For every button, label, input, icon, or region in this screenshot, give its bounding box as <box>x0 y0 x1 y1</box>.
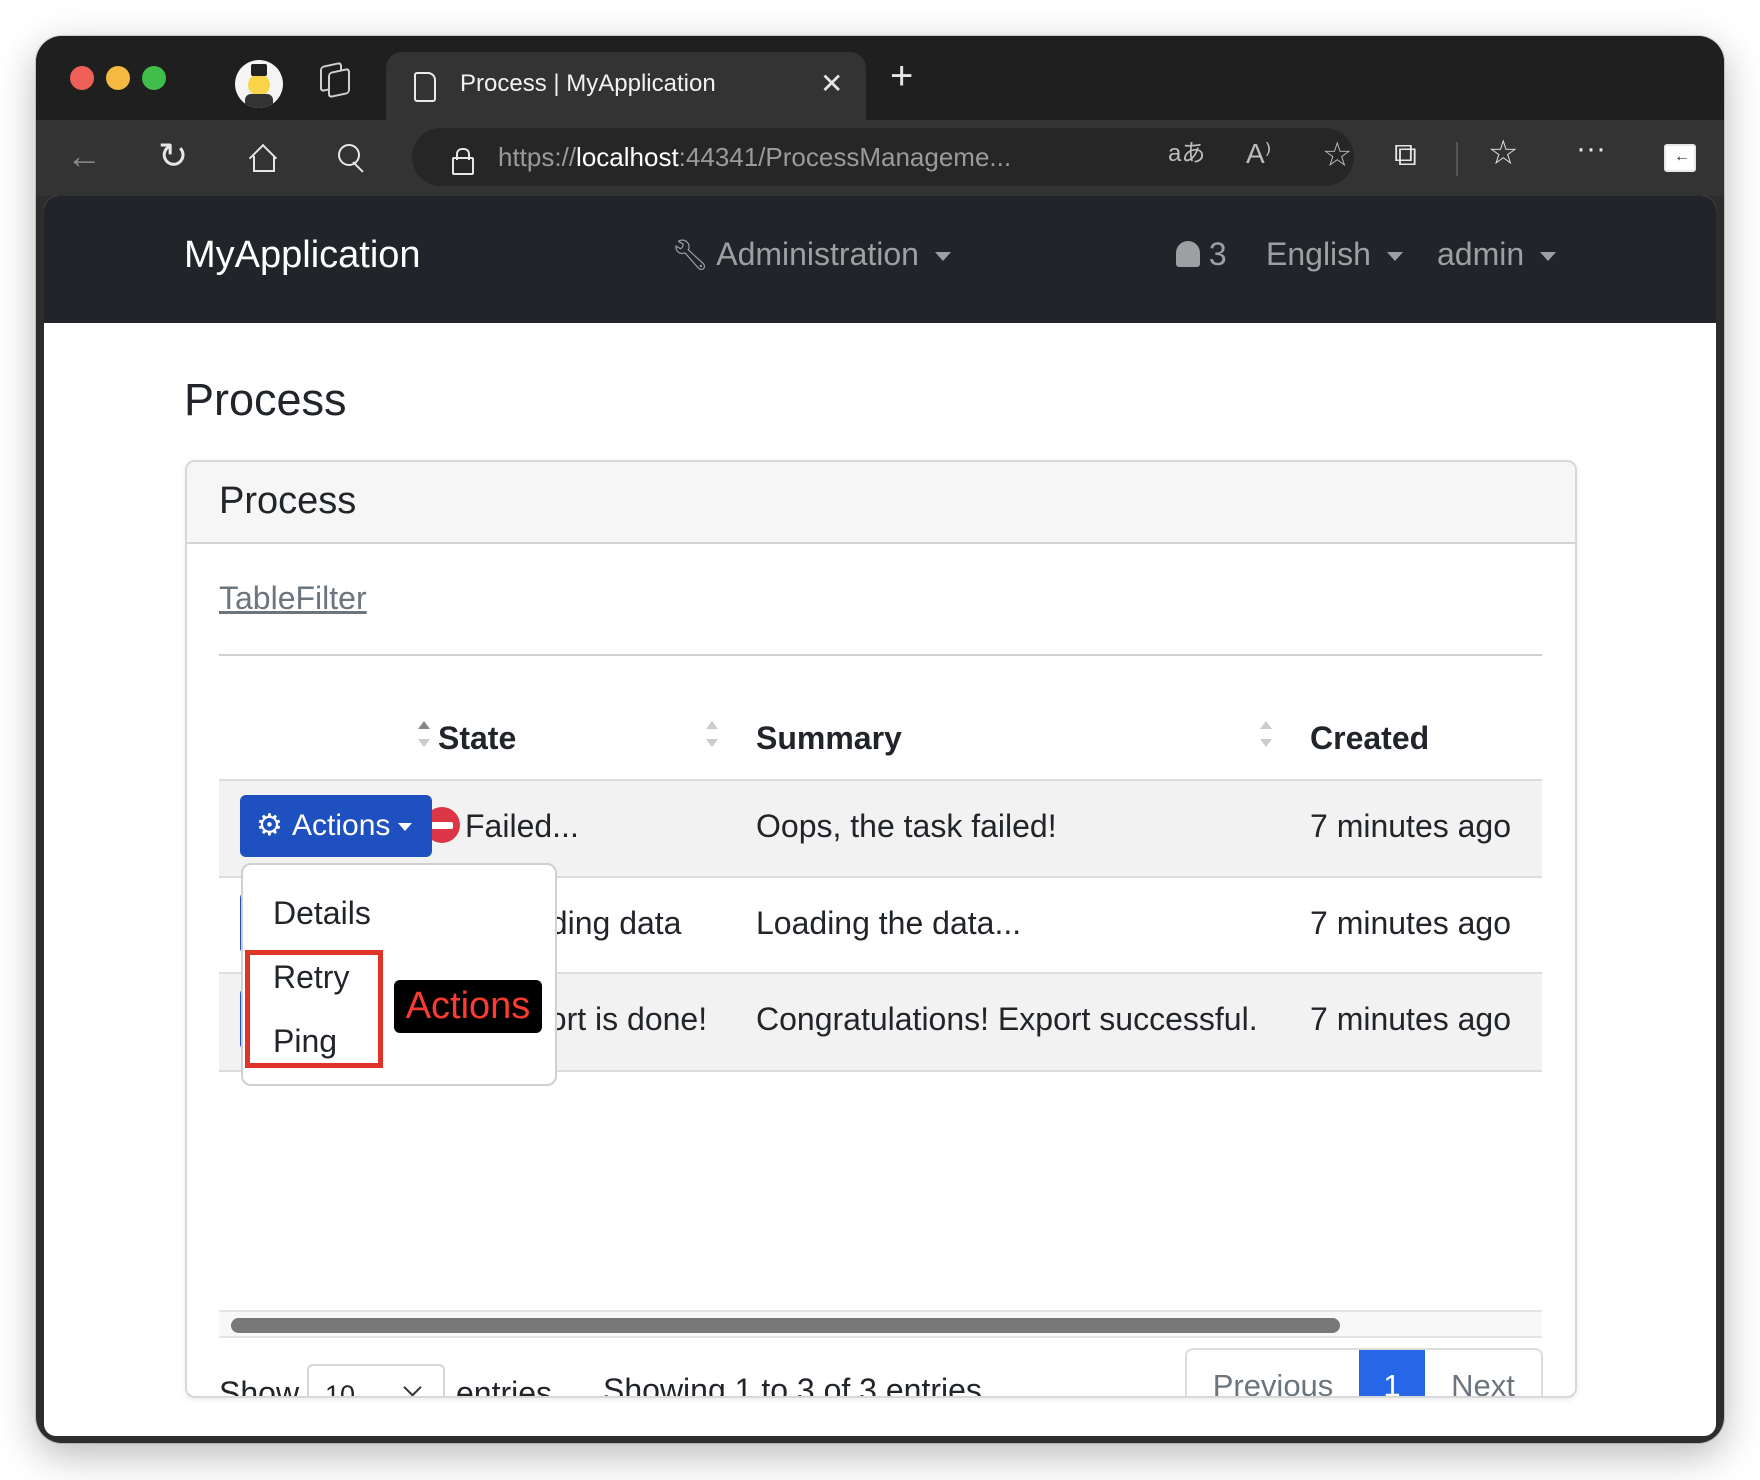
pagination: Previous 1 Next <box>1185 1348 1543 1396</box>
next-page-button[interactable]: Next <box>1425 1350 1541 1396</box>
show-label: Show <box>219 1375 300 1398</box>
caret-down-icon <box>398 823 413 832</box>
chevron-down-icon <box>934 252 951 262</box>
favorites-icon[interactable]: ☆ <box>1488 136 1518 170</box>
toolbar-divider <box>1456 142 1458 176</box>
notifications-button[interactable]: 3 <box>1176 236 1227 273</box>
page-size-value: 10 <box>325 1380 356 1398</box>
entries-label: entries <box>456 1375 553 1398</box>
address-bar[interactable]: https://localhost:44341/ProcessManageme.… <box>412 128 1354 186</box>
lock-icon[interactable] <box>452 148 474 175</box>
profile-avatar[interactable] <box>235 60 283 108</box>
notification-count: 3 <box>1208 236 1227 272</box>
sort-state-column[interactable] <box>705 717 719 751</box>
back-icon[interactable]: ← <box>66 138 102 174</box>
highlight-box <box>245 950 383 1068</box>
user-menu[interactable]: admin <box>1437 236 1557 273</box>
user-label: admin <box>1437 236 1525 272</box>
created-cell: 7 minutes ago <box>1310 905 1512 941</box>
page-icon <box>414 72 436 102</box>
title-bar: Process | MyApplication ✕ + <box>36 36 1724 122</box>
refresh-icon[interactable]: ↻ <box>158 138 188 174</box>
avatar-body-icon <box>245 94 273 108</box>
browser-window: Process | MyApplication ✕ + ← ↻ https://… <box>36 36 1724 1443</box>
gear-icon: ⚙ <box>256 809 283 842</box>
horizontal-scrollbar[interactable] <box>219 1310 1542 1338</box>
page-title: Process <box>184 374 347 425</box>
card-header: Process <box>187 462 1575 544</box>
chevron-down-icon <box>1540 252 1557 262</box>
tab-title: Process | MyApplication <box>460 70 716 97</box>
column-header-created[interactable]: Created <box>1310 720 1429 757</box>
more-icon[interactable]: ··· <box>1576 134 1606 164</box>
web-page: MyApplication 🔧︎ Administration 3 Englis… <box>44 196 1716 1436</box>
divider <box>219 654 1542 656</box>
favorite-star-icon[interactable]: ☆ <box>1322 138 1352 172</box>
created-cell: 7 minutes ago <box>1310 1001 1512 1037</box>
administration-menu[interactable]: 🔧︎ Administration <box>671 236 951 273</box>
menu-item-details[interactable]: Details <box>273 895 371 932</box>
extensions-icon[interactable]: ⧉ <box>1394 138 1417 170</box>
brand-link[interactable]: MyApplication <box>184 234 421 277</box>
close-window-button[interactable] <box>70 66 94 90</box>
wrench-icon: 🔧︎ <box>671 239 710 272</box>
card-title: Process <box>219 480 357 522</box>
avatar-duck-icon <box>248 74 270 96</box>
bell-icon <box>1176 241 1200 267</box>
sidebar-icon[interactable]: ← <box>1664 144 1696 172</box>
translate-icon[interactable]: aあ <box>1168 142 1205 166</box>
table-filter-link[interactable]: TableFilter <box>219 580 367 617</box>
summary-cell: Loading the data... <box>756 905 1022 941</box>
home-icon[interactable] <box>248 143 278 173</box>
browser-toolbar: ← ↻ https://localhost:44341/ProcessManag… <box>36 120 1724 196</box>
tab-actions-icon[interactable] <box>320 61 350 99</box>
app-navbar: MyApplication 🔧︎ Administration 3 Englis… <box>44 196 1716 323</box>
scrollbar-thumb[interactable] <box>231 1318 1340 1333</box>
actions-label: Actions <box>292 809 391 842</box>
chevron-down-icon <box>403 1378 422 1396</box>
maximize-window-button[interactable] <box>142 66 166 90</box>
previous-page-button[interactable]: Previous <box>1187 1350 1361 1396</box>
language-label: English <box>1266 236 1371 272</box>
sort-summary-column[interactable] <box>1259 717 1273 751</box>
created-cell: 7 minutes ago <box>1310 808 1512 844</box>
page-size-select[interactable]: 10 <box>307 1364 445 1398</box>
avatar-hat-icon <box>251 64 267 76</box>
column-header-summary[interactable]: Summary <box>756 720 902 757</box>
state-cell: Failed... <box>465 808 579 844</box>
chevron-down-icon <box>1386 252 1403 262</box>
sidebar-arrow-icon: ← <box>1674 148 1690 165</box>
minimize-window-button[interactable] <box>106 66 130 90</box>
sort-actions-column[interactable] <box>417 717 431 751</box>
url-text[interactable]: https://localhost:44341/ProcessManageme.… <box>498 142 1011 173</box>
actions-dropdown-button[interactable]: ⚙ Actions <box>240 795 432 857</box>
language-menu[interactable]: English <box>1266 236 1403 273</box>
process-card: Process TableFilter State Summary Create… <box>185 460 1577 1398</box>
read-aloud-icon[interactable]: A⁾ <box>1246 140 1272 168</box>
column-header-state[interactable]: State <box>438 720 516 757</box>
administration-label: Administration <box>716 236 919 272</box>
page-1-button[interactable]: 1 <box>1359 1350 1425 1396</box>
new-tab-icon[interactable]: + <box>890 56 913 96</box>
active-tab[interactable]: Process | MyApplication ✕ <box>386 52 866 122</box>
summary-cell: Congratulations! Export successful. <box>756 1001 1258 1037</box>
search-icon[interactable] <box>338 144 368 174</box>
table-info: Showing 1 to 3 of 3 entries <box>603 1372 982 1398</box>
close-tab-icon[interactable]: ✕ <box>820 70 843 98</box>
annotation-label: Actions <box>394 980 542 1033</box>
state-cell: port is done! <box>531 1001 708 1037</box>
summary-cell: Oops, the task failed! <box>756 808 1057 844</box>
